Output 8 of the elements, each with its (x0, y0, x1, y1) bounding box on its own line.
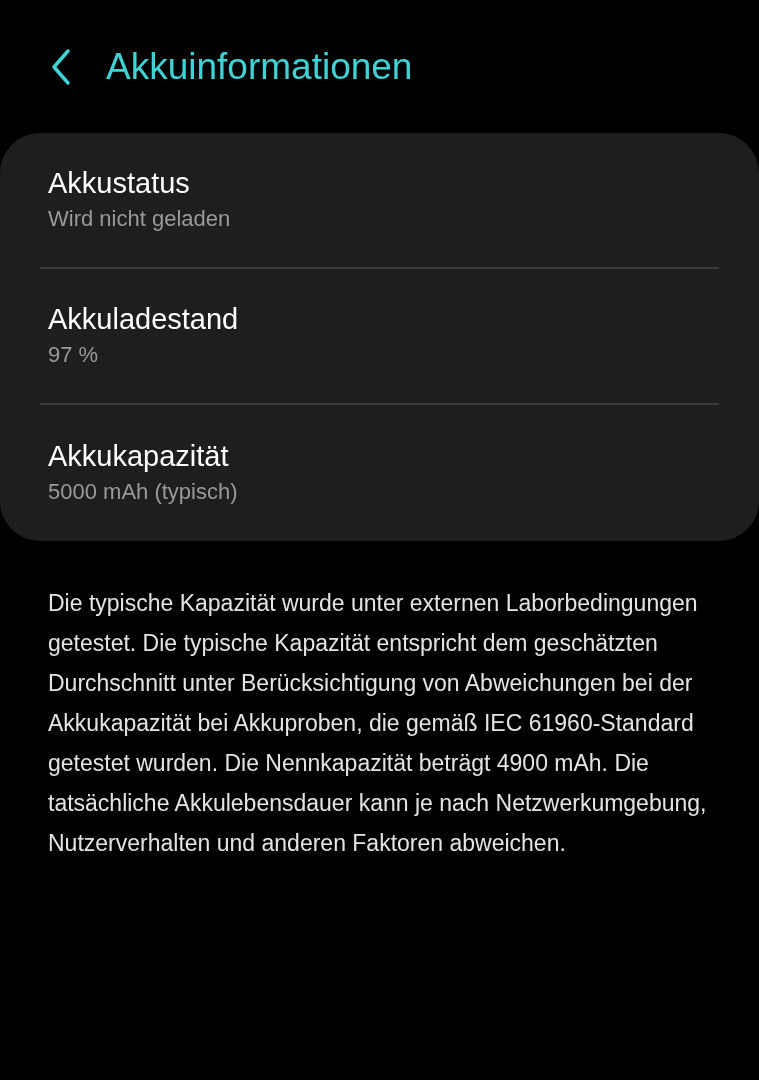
item-value: 97 % (48, 341, 100, 369)
item-title: Akkukapazität (48, 439, 230, 474)
page-title: Akkuinformationen (106, 44, 413, 89)
item-value: 5000 mAh (typisch) (48, 478, 239, 506)
item-value: Wird nicht geladen (48, 205, 232, 233)
item-title: Akkustatus (48, 166, 191, 201)
item-title: Akkuladestand (48, 302, 240, 337)
description-text: Die typische Kapazität wurde unter externen Laborbedingungen getestet. Die typische Kapazität entspricht dem geschätzten Durchschnitt unter Berücksichtigung von Abweichungen bei der Akkukapazität bei Akkuproben, die gemäß IEC 61960-Standard getestet wurden. Die Nennkapazität beträgt 4900 mAh. Die tatsächliche Akkulebensdauer kann je nach Netzwerkumgebung, Nutzerverhalten und anderen Faktoren abweichen. (47, 589, 708, 858)
